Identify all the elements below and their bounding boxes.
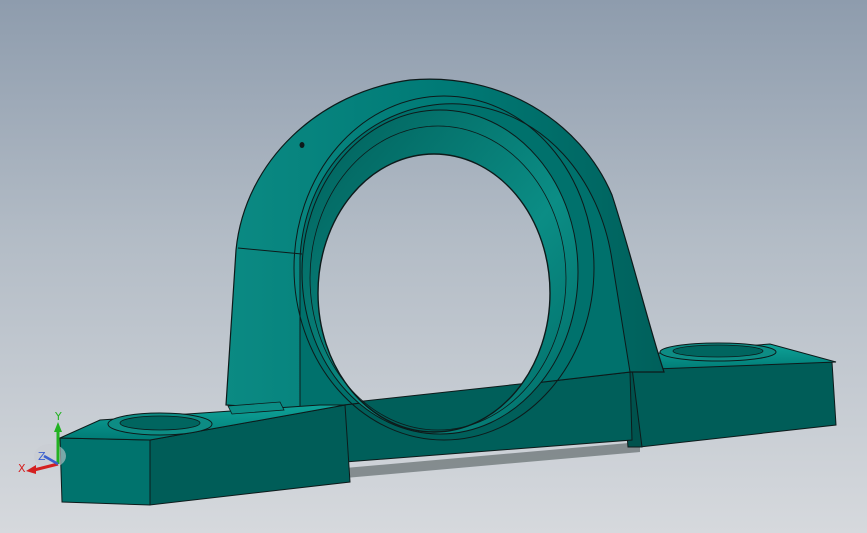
y-arrow-icon [54,422,62,432]
left-foot[interactable] [59,401,351,506]
z-axis-label: Z [38,450,46,463]
y-axis-label: Y [54,410,62,423]
bearing-housing-model[interactable] [0,0,867,533]
orientation-triad[interactable]: Y X Z [14,408,84,480]
grease-hole [299,142,305,148]
x-arrow-icon [26,465,36,474]
x-axis-label: X [18,462,26,475]
graphics-viewport[interactable]: Y X Z [0,0,867,533]
